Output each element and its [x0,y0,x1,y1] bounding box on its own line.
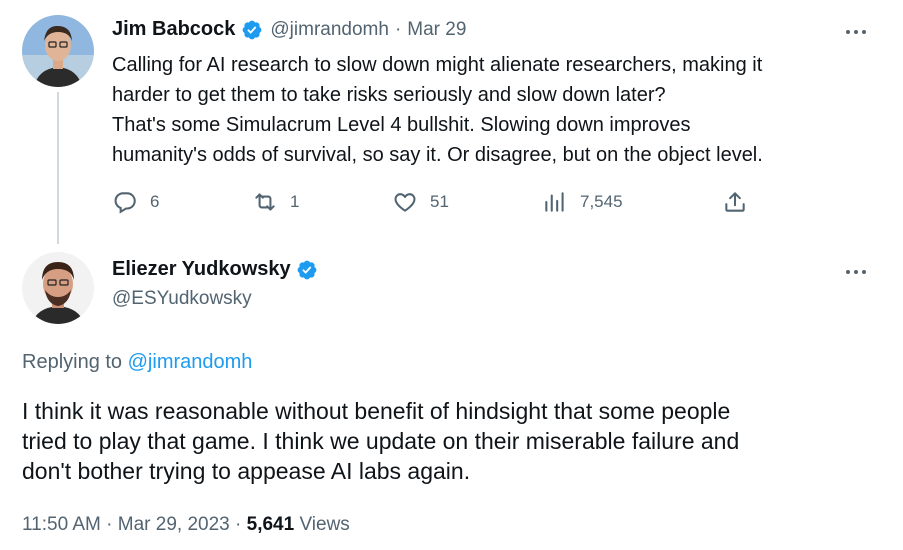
views-label: Views [299,514,350,535]
views-button[interactable]: 7,545 [542,189,623,215]
tweet-text-line: humanity's odds of survival, so say it. … [112,144,763,166]
retweet-icon [255,193,275,211]
author-handle[interactable]: @ESYudkowsky [112,288,252,310]
reply-count: 6 [150,192,160,211]
more-options-button[interactable] [842,260,870,284]
retweet-count: 1 [290,192,300,211]
more-icon-dot [862,270,866,274]
like-icon [394,193,416,212]
retweet-button[interactable]: 1 [252,189,299,215]
separator-dot: · [106,514,113,535]
tweet-text-line: don't bother trying to appease AI labs a… [22,458,471,484]
tweet-text-line: tried to play that game. I think we upda… [22,428,740,454]
tweet-date[interactable]: Mar 29 [407,19,466,41]
author-name[interactable]: Jim Babcock [112,18,235,41]
replying-to: Replying to @jimrandomh [22,351,252,374]
more-icon-dot [846,30,850,34]
tweet-text-line: I think it was reasonable without benefi… [22,398,731,424]
tweet-metadata: 11:50 AM · Mar 29, 2023 · 5,641 Views [22,514,350,536]
like-count: 51 [430,192,449,211]
tweet-full-date[interactable]: Mar 29, 2023 [118,514,230,535]
like-button[interactable]: 51 [392,189,449,215]
more-icon-dot [854,30,858,34]
main-tweet-text: I think it was reasonable without benefi… [22,396,892,486]
more-icon-dot [862,30,866,34]
thread-connector-line [57,92,59,244]
verified-badge-icon [242,20,262,39]
author-name[interactable]: Eliezer Yudkowsky [112,258,291,281]
views-count: 7,545 [580,192,623,211]
replying-to-handle-link[interactable]: @jimrandomh [128,351,253,373]
author-handle[interactable]: @jimrandomh [270,19,389,41]
avatar-eliezer-yudkowsky[interactable] [22,252,94,324]
tweet-text-line: Calling for AI research to slow down mig… [112,54,763,76]
separator-dot: · [394,18,402,40]
more-options-button[interactable] [842,20,870,44]
verified-badge-icon [297,260,317,279]
parent-tweet-text: Calling for AI research to slow down mig… [112,50,892,170]
avatar-jim-babcock[interactable] [22,15,94,87]
tweet-text-line: harder to get them to take risks serious… [112,84,666,106]
reply-button[interactable]: 6 [112,189,159,215]
replying-to-label: Replying to [22,351,123,373]
more-icon-dot [854,270,858,274]
views-icon [545,192,564,212]
more-icon-dot [846,270,850,274]
share-button[interactable] [722,189,760,215]
share-icon [725,192,745,212]
tweet-time[interactable]: 11:50 AM [22,514,101,535]
separator-dot: · [235,514,242,535]
tweet-text-line: That's some Simulacrum Level 4 bullshit.… [112,114,691,136]
reply-icon [114,192,136,214]
views-total: 5,641 [246,514,295,535]
